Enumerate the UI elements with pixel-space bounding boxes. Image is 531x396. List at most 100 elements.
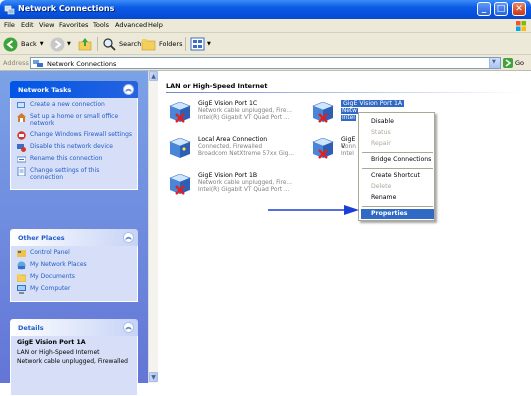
address-label: Address [3, 59, 29, 67]
menu-advanced[interactable]: Advanced [115, 21, 147, 29]
menu-tools[interactable]: Tools [93, 21, 109, 29]
details-connection-name: GigE Vision Port 1A [17, 339, 86, 346]
toolbar-separator [97, 37, 98, 51]
menu-item-create-shortcut[interactable]: Create Shortcut [361, 171, 434, 181]
network-connections-icon [4, 5, 15, 15]
network-tasks-title: Network Tasks [18, 86, 72, 94]
scroll-down-button[interactable]: ▼ [149, 372, 158, 382]
close-button[interactable]: ✕ [512, 2, 526, 16]
up-folder-icon [78, 38, 92, 51]
collapse-button[interactable]: ︽ [123, 84, 134, 95]
place-my-computer[interactable]: My Computer [17, 285, 133, 294]
network-adapter-disconnected-icon [169, 102, 191, 123]
place-label: Control Panel [30, 249, 70, 256]
home-network-icon [17, 113, 26, 122]
rename-icon [17, 156, 26, 163]
chevron-down-icon: ▼ [39, 41, 44, 47]
menu-item-disable[interactable]: Disable [361, 117, 434, 127]
task-pane-scrollbar[interactable]: ▲ ▼ [148, 71, 158, 383]
other-places-panel: Other Places ︽ Control Panel My Network … [10, 229, 138, 302]
task-create-connection[interactable]: Create a new connection [17, 101, 133, 110]
title-bar[interactable]: Network Connections _ □ ✕ [0, 0, 531, 19]
control-panel-icon [17, 250, 26, 257]
connection-item[interactable]: Local Area Connection Connected, Firewal… [168, 136, 318, 166]
menu-separator [362, 206, 433, 207]
connection-item[interactable]: GigE V Conn Intel [311, 136, 361, 166]
disable-device-icon [17, 143, 26, 152]
place-my-documents[interactable]: My Documents [17, 273, 133, 282]
menu-item-bridge-connections[interactable]: Bridge Connections [361, 155, 434, 165]
folders-label: Folders [159, 40, 183, 48]
details-header[interactable]: Details ︽ [10, 319, 138, 336]
task-label: Disable this network device [30, 142, 114, 150]
computer-icon [17, 285, 26, 294]
chevron-up-icon: ︽ [125, 234, 132, 241]
place-label: My Computer [30, 285, 71, 292]
menu-edit[interactable]: Edit [21, 21, 34, 29]
menu-separator [362, 168, 433, 169]
minimize-button[interactable]: _ [477, 2, 491, 16]
menu-item-status: Status [371, 129, 391, 136]
address-field[interactable]: Network Connections ▼ [30, 57, 501, 69]
place-control-panel[interactable]: Control Panel [17, 249, 133, 258]
place-label: My Network Places [30, 261, 87, 268]
connection-status: Netw [341, 108, 358, 114]
search-button[interactable]: Search [102, 36, 141, 52]
menu-separator [362, 152, 433, 153]
task-home-network[interactable]: Set up a home or small office network [17, 113, 133, 128]
task-label: Change settings of this connection [30, 166, 100, 182]
menu-item-properties[interactable]: Properties [361, 209, 434, 219]
connection-status: Network cable unplugged, Fire... [198, 180, 292, 186]
scroll-up-button[interactable]: ▲ [149, 71, 158, 81]
go-button[interactable]: Go [503, 57, 529, 69]
back-button[interactable]: Back ▼ [3, 36, 44, 52]
chevron-down-icon: ▼ [67, 41, 71, 47]
menu-item-repair: Repair [371, 140, 391, 147]
connection-name: GigE Vision Port 1C [198, 100, 258, 107]
maximize-button[interactable]: □ [494, 2, 508, 16]
collapse-button[interactable]: ︽ [123, 322, 134, 333]
close-icon: ✕ [515, 4, 523, 14]
address-bar: Address Network Connections ▼ Go [0, 55, 531, 71]
details-connection-type: LAN or High-Speed Internet [17, 349, 100, 356]
connection-device: Broadcom NetXtreme 57xx Gig... [198, 151, 294, 157]
network-tasks-body: Create a new connection Set up a home or… [10, 98, 138, 190]
folders-button[interactable]: Folders [141, 36, 182, 52]
address-dropdown-button[interactable]: ▼ [489, 58, 500, 68]
details-connection-status: Network cable unplugged, Firewalled [17, 358, 128, 366]
connection-device: Intel [341, 151, 354, 157]
menu-help[interactable]: Help [148, 21, 163, 29]
task-rename-connection[interactable]: Rename this connection [17, 155, 133, 164]
other-places-header[interactable]: Other Places ︽ [10, 229, 138, 246]
network-adapter-disconnected-icon [169, 174, 191, 195]
context-menu: Disable Status Repair Bridge Connections… [358, 112, 435, 221]
connection-item[interactable]: GigE Vision Port 1C Network cable unplug… [168, 100, 318, 130]
forward-button[interactable]: ▼ [50, 36, 71, 52]
collapse-button[interactable]: ︽ [123, 232, 134, 243]
views-button[interactable]: ▼ [190, 36, 211, 52]
menu-file[interactable]: File [4, 21, 15, 29]
network-connections-icon [33, 60, 43, 67]
views-icon [190, 37, 205, 51]
task-firewall[interactable]: Change Windows Firewall settings [17, 131, 133, 140]
menu-view[interactable]: View [39, 21, 54, 29]
menu-favorites[interactable]: Favorites [59, 21, 88, 29]
menu-item-rename[interactable]: Rename [361, 193, 434, 203]
connection-name: GigE Vision Port 1B [198, 172, 258, 179]
network-adapter-disconnected-icon [312, 138, 334, 159]
task-disable-device[interactable]: Disable this network device [17, 143, 133, 152]
place-my-network-places[interactable]: My Network Places [17, 261, 133, 270]
chevron-down-icon: ▼ [151, 374, 156, 381]
go-label: Go [515, 59, 525, 67]
toolbar: Back ▼ ▼ Search Folders ▼ [0, 33, 531, 55]
up-folder-button[interactable] [78, 36, 92, 52]
network-adapter-disconnected-icon [312, 102, 334, 123]
task-change-settings[interactable]: Change settings of this connection [17, 166, 133, 182]
connection-item[interactable]: GigE Vision Port 1B Network cable unplug… [168, 172, 318, 202]
maximize-icon: □ [496, 4, 506, 14]
chevron-down-icon: ▼ [492, 59, 496, 65]
menu-bar: File Edit View Favorites Tools Advanced … [0, 19, 531, 33]
back-label: Back [21, 40, 37, 48]
network-tasks-header[interactable]: Network Tasks ︽ [10, 81, 138, 98]
menu-item-delete: Delete [371, 183, 392, 190]
